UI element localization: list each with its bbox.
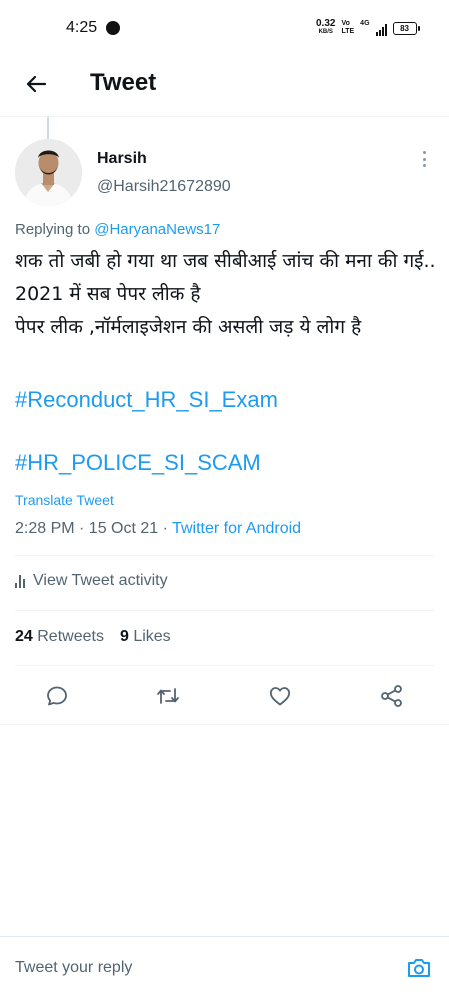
volte-bottom: LTE [341, 28, 355, 35]
tweet-text: शक तो जबी हो गया था जब सीबीआई जांच की मन… [15, 250, 436, 338]
retweet-icon [157, 688, 179, 704]
replying-to: Replying to @HaryanaNews17 [15, 221, 220, 238]
view-tweet-activity-label: View Tweet activity [33, 572, 168, 589]
like-button[interactable] [266, 682, 294, 710]
battery-icon: 83 [392, 21, 420, 35]
reply-icon [47, 686, 67, 706]
status-bar: 4:25 0.32 KB/S Vo LTE 4G 83 [0, 0, 449, 56]
signal-icon [375, 24, 387, 36]
tweet-reply-input[interactable] [0, 937, 449, 999]
volte-top: Vo [341, 20, 350, 27]
retweets-count-link[interactable]: 24 Retweets [15, 628, 104, 646]
more-dot-icon [422, 164, 426, 167]
top-bar: Tweet [0, 56, 449, 117]
view-tweet-activity-button[interactable]: View Tweet activity [15, 572, 168, 590]
replying-to-mention[interactable]: @HaryanaNews17 [94, 221, 220, 238]
more-dot-icon [422, 157, 426, 161]
hashtag-link[interactable]: #HR_POLICE_SI_SCAM [15, 450, 261, 476]
whatsapp-notification-icon [106, 21, 120, 35]
camera-icon [408, 959, 430, 977]
tweet-timestamp: 2:28 PM · 15 Oct 21 · [15, 520, 173, 537]
battery-level: 83 [400, 23, 409, 33]
share-button[interactable] [378, 682, 406, 710]
retweet-button[interactable] [154, 682, 182, 710]
avatar[interactable] [15, 139, 82, 206]
author-handle[interactable]: @Harsih21672890 [97, 178, 231, 196]
share-icon [381, 685, 402, 707]
like-icon [269, 687, 291, 706]
likes-count-link[interactable]: 9 Likes [120, 628, 171, 646]
activity-bars-icon [15, 574, 25, 588]
avatar-image [15, 139, 82, 206]
status-indicators: 0.32 KB/S Vo LTE 4G 83 [316, 17, 420, 39]
author-name[interactable]: Harsih [97, 150, 147, 168]
network-speed: 0.32 KB/S [316, 19, 335, 37]
header-divider [0, 116, 449, 117]
retweets-count: 24 [15, 628, 33, 645]
more-dot-icon [422, 151, 426, 154]
divider [15, 555, 434, 556]
page-title: Tweet [90, 69, 157, 96]
camera-button[interactable] [404, 953, 434, 983]
translate-tweet-link[interactable]: Translate Tweet [15, 492, 114, 508]
divider [15, 610, 434, 611]
more-options-button[interactable] [414, 148, 434, 170]
hashtag-link[interactable]: #Reconduct_HR_SI_Exam [15, 387, 278, 413]
likes-label: Likes [133, 628, 171, 645]
engagement-counts: 24 Retweets 9 Likes [15, 628, 171, 646]
divider [0, 724, 449, 725]
tweet-metadata: 2:28 PM · 15 Oct 21 · Twitter for Androi… [15, 520, 301, 538]
tweet-source-link[interactable]: Twitter for Android [172, 520, 301, 537]
likes-count: 9 [119, 628, 129, 645]
network-type: 4G [360, 20, 370, 27]
back-button[interactable] [20, 68, 52, 100]
arrow-left-icon [26, 75, 47, 93]
replying-to-prefix: Replying to [15, 221, 95, 238]
retweets-label: Retweets [37, 628, 104, 645]
thread-connector-line [47, 117, 49, 139]
volte-indicator: Vo LTE [341, 20, 354, 36]
divider [15, 665, 434, 666]
network-speed-unit: KB/S [318, 29, 333, 35]
status-time: 4:25 [66, 19, 98, 36]
reply-button[interactable] [43, 682, 71, 710]
network-speed-value: 0.32 [316, 18, 336, 29]
